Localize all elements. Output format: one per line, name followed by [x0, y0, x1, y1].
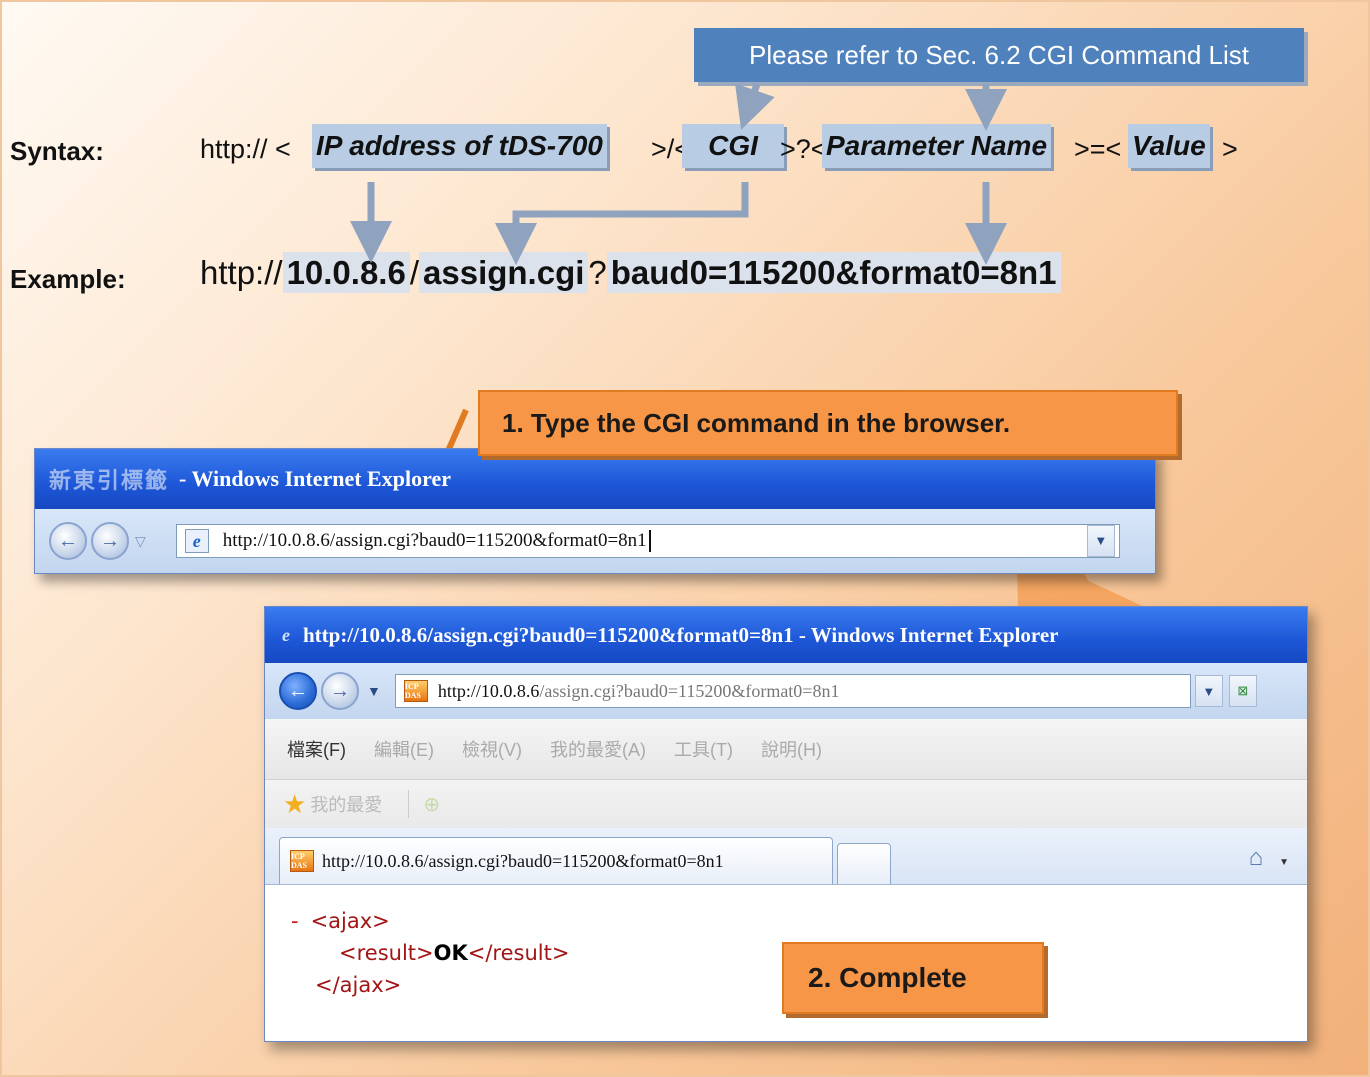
step2-callout: 2. Complete: [782, 942, 1044, 1014]
back-arrow-icon-2: ←: [288, 679, 308, 702]
menu-view[interactable]: 檢視(V): [462, 736, 522, 762]
forward-arrow-icon-2: →: [330, 679, 350, 702]
history-dropdown-icon-2[interactable]: ▼: [367, 683, 381, 699]
browser2-title: http://10.0.8.6/assign.cgi?baud0=115200&…: [303, 622, 1059, 647]
browser2-address-path: /assign.cgi?baud0=115200&format0=8n1: [539, 680, 840, 701]
browser1-titlebar: 新東引標籤 - Windows Internet Explorer: [35, 449, 1155, 509]
collapse-toggle[interactable]: -: [291, 909, 299, 933]
xml-result-value: OK: [433, 941, 468, 965]
browser1-address-field[interactable]: e http://10.0.8.6/assign.cgi?baud0=11520…: [175, 524, 1120, 558]
favorites-bar: ★ 我的最愛 ⊕: [265, 780, 1307, 828]
address-dropdown-button[interactable]: ▼: [1086, 525, 1115, 557]
browser2-address-host: http://10.0.8.6: [437, 680, 540, 701]
browser1-title-blurred: 新東引標籤: [49, 468, 170, 493]
back-button-2[interactable]: ←: [279, 672, 317, 710]
menu-help[interactable]: 說明(H): [761, 736, 822, 762]
browser1-title: - Windows Internet Explorer: [179, 466, 451, 491]
menu-bar: 檔案(F) 編輯(E) 檢視(V) 我的最愛(A) 工具(T) 說明(H): [265, 719, 1307, 780]
menu-edit[interactable]: 編輯(E): [374, 736, 434, 762]
text-cursor: [648, 530, 651, 552]
cgi-arrow: [495, 182, 749, 265]
ie-title-icon: e: [282, 624, 290, 645]
home-icon[interactable]: ⌂: [1249, 844, 1264, 872]
icpdas-favicon: ICP DAS: [403, 680, 428, 702]
favorites-label[interactable]: 我的最愛: [310, 791, 382, 817]
ie-icon: e: [184, 529, 209, 553]
home-dropdown-icon[interactable]: ▼: [1279, 857, 1289, 868]
add-favorite-icon[interactable]: ⊕: [423, 792, 440, 817]
xml-line-ajax-open: - <ajax>: [291, 905, 1307, 937]
browser2-titlebar: e http://10.0.8.6/assign.cgi?baud0=11520…: [265, 607, 1307, 663]
xml-ajax-open: <ajax>: [310, 909, 390, 933]
back-arrow-icon: ←: [58, 529, 78, 552]
forward-arrow-icon: →: [100, 529, 120, 552]
compatibility-view-icon[interactable]: ⊠: [1228, 675, 1257, 707]
tab-bar: ICP DAS http://10.0.8.6/assign.cgi?baud0…: [265, 828, 1307, 885]
forward-button-2[interactable]: →: [321, 672, 359, 710]
favorites-star-icon[interactable]: ★: [283, 789, 306, 820]
browser2-navbar: ← → ▼ ICP DAS http://10.0.8.6/assign.cgi…: [265, 663, 1307, 719]
tab-favicon: ICP DAS: [290, 850, 314, 872]
browser1-navbar: ← → ▽ e http://10.0.8.6/assign.cgi?baud0…: [35, 509, 1155, 573]
step1-callout: 1. Type the CGI command in the browser.: [478, 390, 1178, 456]
forward-button[interactable]: →: [91, 522, 129, 560]
xml-result-open: <result>: [339, 941, 434, 965]
xml-ajax-close: </ajax>: [315, 973, 402, 997]
address-dropdown-button-2[interactable]: ▼: [1194, 675, 1223, 707]
browser-window-1: 新東引標籤 - Windows Internet Explorer ← → ▽ …: [34, 448, 1156, 574]
tab-label: http://10.0.8.6/assign.cgi?baud0=115200&…: [322, 850, 724, 871]
menu-favorites[interactable]: 我的最愛(A): [550, 736, 646, 762]
browser2-address-field[interactable]: ICP DAS http://10.0.8.6/assign.cgi?baud0…: [394, 674, 1191, 708]
menu-file[interactable]: 檔案(F): [287, 736, 346, 762]
xml-result-close: </result>: [467, 941, 570, 965]
back-button[interactable]: ←: [49, 522, 87, 560]
favbar-divider: [408, 790, 410, 818]
browser1-address-text: http://10.0.8.6/assign.cgi?baud0=115200&…: [222, 530, 647, 551]
new-tab-button[interactable]: [837, 843, 891, 884]
menu-tools[interactable]: 工具(T): [674, 736, 733, 762]
history-dropdown-icon[interactable]: ▽: [135, 533, 146, 550]
ref-arrow-cgi: [735, 82, 775, 130]
tab-active[interactable]: ICP DAS http://10.0.8.6/assign.cgi?baud0…: [279, 837, 833, 884]
